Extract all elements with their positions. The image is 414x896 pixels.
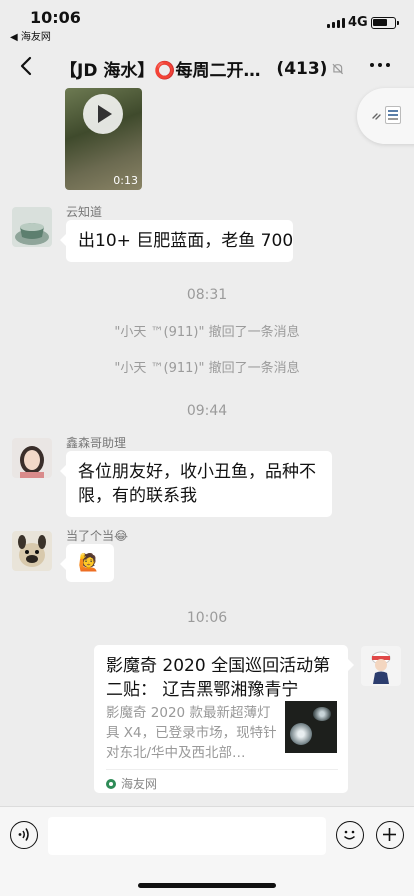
divider xyxy=(106,769,338,770)
sender-name: 云知道 xyxy=(66,205,103,219)
link-card-source: 海友网 xyxy=(106,775,157,792)
status-bar: 10:06 ◀ 海友网 4G xyxy=(0,0,414,44)
sender-name: 鑫森哥助理 xyxy=(66,436,127,450)
smiley-icon xyxy=(343,830,356,840)
link-card-description: 影魔奇 2020 款最新超薄灯具 X4，已登录市场，现特针对东北/华中及西北部… xyxy=(106,705,277,761)
recall-notice: "小天 ™(911)" 撤回了一条消息 xyxy=(114,361,300,376)
video-message[interactable]: 0:13 xyxy=(65,88,142,190)
link-card-thumbnail xyxy=(285,701,337,753)
back-arrow-icon[interactable] xyxy=(16,55,38,77)
message-bubble[interactable]: 出10+ 巨肥蓝面，老鱼 700 xyxy=(60,220,293,262)
source-app-icon xyxy=(106,778,116,789)
recall-notice: "小天 ™(911)" 撤回了一条消息 xyxy=(114,325,300,340)
timestamp: 09:44 xyxy=(186,403,228,419)
network-label: 4G xyxy=(348,15,368,30)
floating-link-bubble[interactable] xyxy=(357,88,414,144)
voice-icon xyxy=(18,828,29,841)
message-input[interactable] xyxy=(48,817,326,855)
input-bar xyxy=(0,806,414,896)
video-duration: 0:13 xyxy=(113,174,138,187)
message-bubble[interactable]: 🙋 xyxy=(60,544,114,582)
signal-icon xyxy=(327,18,345,28)
sender-name: 当了个当😂 xyxy=(66,529,129,543)
battery-icon xyxy=(371,17,399,29)
avatar[interactable] xyxy=(361,646,401,686)
nav-bar: 【JD 海水】⭕每周二开团… (413) xyxy=(0,44,414,88)
avatar[interactable] xyxy=(12,438,52,478)
back-to-app-link[interactable]: ◀ 海友网 xyxy=(10,28,51,43)
message-bubble[interactable]: 各位朋友好，收小丑鱼，品种不限，有的联系我 xyxy=(60,451,332,517)
timestamp: 10:06 xyxy=(186,610,228,626)
status-time: 10:06 xyxy=(30,8,81,27)
mute-bell-icon xyxy=(332,63,344,74)
play-icon[interactable] xyxy=(83,94,123,134)
timestamp: 08:31 xyxy=(186,287,228,303)
link-card-source-name: 海友网 xyxy=(121,777,158,791)
home-indicator[interactable] xyxy=(138,883,276,888)
more-functions-button[interactable] xyxy=(376,821,404,849)
emoji-button[interactable] xyxy=(336,821,364,849)
avatar[interactable] xyxy=(12,531,52,571)
link-card[interactable]: 影魔奇 2020 全国巡回活动第二贴： 辽吉黑鄂湘豫青宁 影魔奇 2020 款最… xyxy=(94,645,354,793)
more-options-icon[interactable] xyxy=(370,63,390,67)
avatar[interactable] xyxy=(12,207,52,247)
voice-input-button[interactable] xyxy=(10,821,38,849)
link-icon xyxy=(372,113,381,120)
member-count: (413) xyxy=(276,58,328,79)
chat-title: 【JD 海水】⭕每周二开团… (413) xyxy=(60,56,345,81)
document-icon xyxy=(385,106,401,124)
link-card-title: 影魔奇 2020 全国巡回活动第二贴： 辽吉黑鄂湘豫青宁 xyxy=(106,656,331,700)
chat-title-text: 【JD 海水】⭕每周二开团… xyxy=(60,61,271,81)
plus-icon xyxy=(383,828,396,841)
